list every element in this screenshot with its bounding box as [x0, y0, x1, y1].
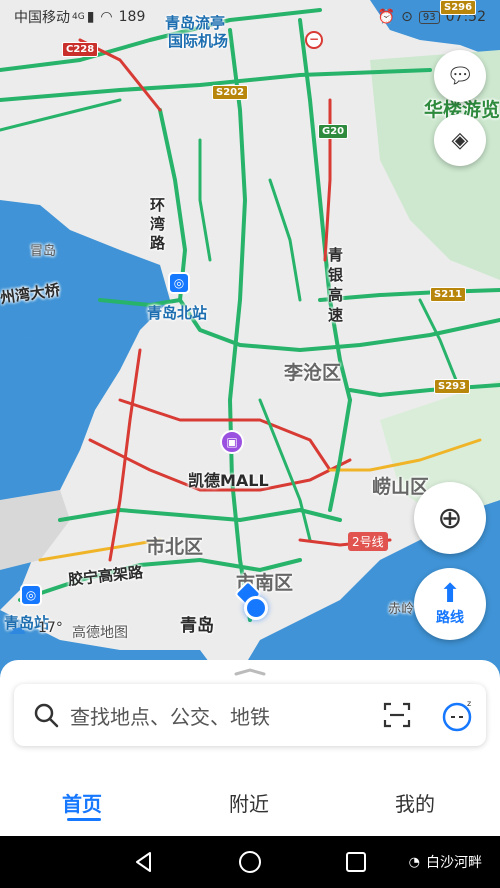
tab-nearby[interactable]: 附近: [229, 788, 269, 817]
guandao-label: 冒岛: [30, 244, 57, 259]
chiling-label: 赤岭: [388, 602, 415, 617]
wifi-icon: ◠: [100, 9, 113, 25]
drag-handle-icon[interactable]: [234, 668, 266, 676]
watermark: ◔ 白沙河畔: [409, 852, 482, 872]
weather-cloud-icon: ☁: [8, 618, 26, 639]
qingdao-label[interactable]: 青岛: [180, 611, 214, 636]
layers-button[interactable]: ◈: [434, 114, 486, 166]
wechat-icon: ◔: [408, 854, 420, 870]
carrier-label: 中国移动: [14, 10, 70, 26]
network-type: 4G: [72, 12, 85, 22]
status-bar: 中国移动 4G ▮ ◠ 189 ⏰ ⊙ 93 07:52: [0, 0, 500, 34]
amap-logo: 高德地图: [72, 625, 128, 641]
system-navigation-bar: ◔ 白沙河畔: [0, 836, 500, 888]
current-location-dot[interactable]: [244, 596, 268, 620]
district-laoshan[interactable]: 崂山区: [372, 472, 429, 499]
home-icon[interactable]: [237, 849, 263, 875]
huanwan-road-label: 环湾路: [150, 196, 166, 252]
back-icon[interactable]: [132, 850, 156, 874]
route-button[interactable]: ⬆ 路线: [414, 568, 486, 640]
tab-mine[interactable]: 我的: [395, 788, 435, 817]
weather-temperature[interactable]: 17°: [38, 620, 63, 636]
metro-line2-badge: 2号线: [348, 532, 388, 551]
search-bar[interactable]: 查找地点、公交、地铁 z: [14, 684, 486, 746]
route-arrow-icon: ⬆: [439, 579, 461, 609]
shopping-bag-icon[interactable]: ▣: [220, 430, 244, 454]
route-button-label: 路线: [436, 610, 464, 626]
search-icon: [34, 703, 59, 728]
no-entry-icon[interactable]: −: [305, 31, 323, 49]
voice-assistant-icon[interactable]: z: [440, 697, 476, 733]
crosshair-icon: ⊕: [437, 500, 463, 536]
layers-icon: ◈: [451, 127, 469, 153]
road-shield-s211: S211: [430, 287, 467, 302]
train-station-icon[interactable]: ◎: [20, 584, 42, 606]
bottom-sheet[interactable]: 查找地点、公交、地铁 z 首页 附近 我的: [0, 660, 500, 836]
recents-icon[interactable]: [345, 851, 367, 873]
locate-button[interactable]: ⊕: [414, 482, 486, 554]
road-shield-c228: C228: [62, 42, 99, 57]
kaide-mall-label[interactable]: 凯德MALL: [188, 467, 269, 491]
tab-active-indicator: [67, 818, 101, 821]
status-time-partial: 189: [118, 9, 146, 25]
road-shield-s296: S296: [440, 0, 477, 15]
watermark-text: 白沙河畔: [426, 855, 482, 871]
chat-bubble-icon: 💬︎: [446, 63, 474, 89]
road-shield-s293: S293: [434, 379, 471, 394]
road-shield-s202: S202: [212, 85, 249, 100]
district-licang[interactable]: 李沧区: [284, 358, 341, 385]
battery-level: 93: [418, 10, 440, 24]
road-shield-g20: G20: [318, 124, 349, 139]
train-station-icon[interactable]: ◎: [168, 272, 190, 294]
scan-icon[interactable]: [382, 700, 412, 730]
svg-text:z: z: [467, 699, 471, 708]
qingdao-north-station-label[interactable]: 青岛北站: [147, 302, 207, 323]
message-button[interactable]: 💬︎: [434, 50, 486, 102]
search-input[interactable]: 查找地点、公交、地铁: [70, 701, 270, 730]
map-view[interactable]: 中国移动 4G ▮ ◠ 189 ⏰ ⊙ 93 07:52 青岛流亭 国际机场 华…: [0, 0, 500, 690]
qingyin-expressway-label: 青银高速: [328, 246, 344, 324]
airport-label-2[interactable]: 国际机场: [168, 30, 228, 51]
tab-home[interactable]: 首页: [62, 788, 102, 817]
location-icon: ⊙: [401, 9, 413, 25]
signal-icon: ▮: [86, 9, 95, 25]
alarm-icon: ⏰: [377, 9, 396, 25]
district-shibei[interactable]: 市北区: [146, 532, 203, 559]
